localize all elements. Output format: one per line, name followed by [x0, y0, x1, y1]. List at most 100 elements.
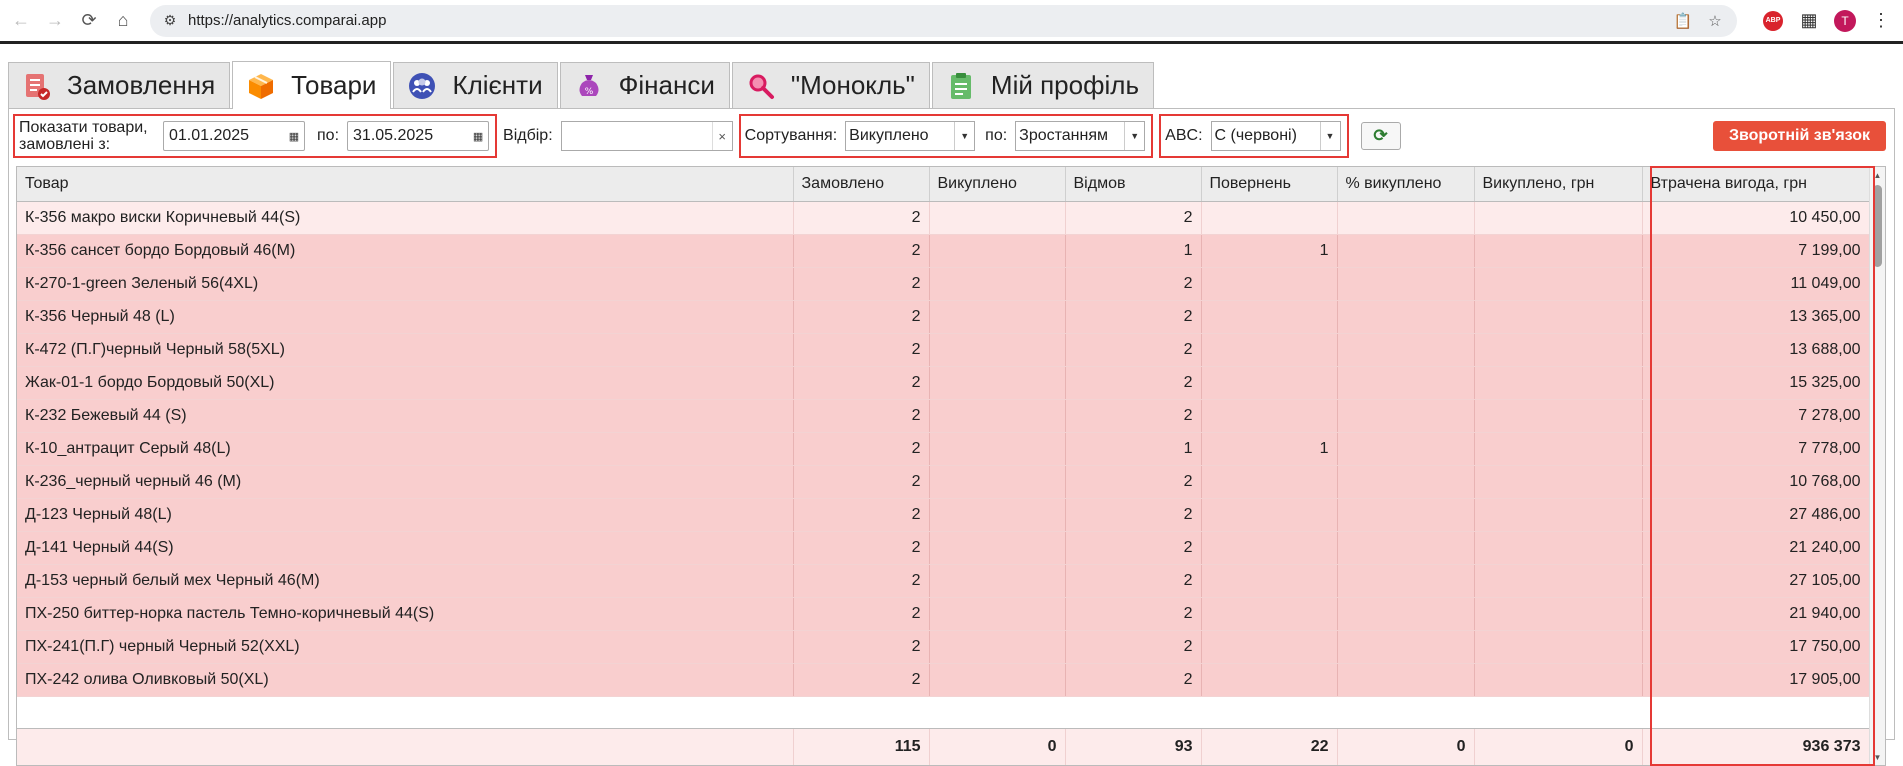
filter-input[interactable]: ×	[560, 121, 733, 151]
tab-products[interactable]: Товари	[232, 61, 392, 109]
value-cell	[1201, 498, 1338, 532]
table-row[interactable]: К-236_черный черный 46 (M) 2 2 10 768,00	[17, 465, 1870, 499]
table-row[interactable]: К-10_антрацит Серый 48(L) 2 1 1 7 778,00	[17, 432, 1870, 466]
table-scrollbar[interactable]: ▲ ▼	[1869, 167, 1885, 765]
site-settings-icon[interactable]: ⚙	[160, 11, 180, 31]
scroll-thumb[interactable]	[1873, 185, 1882, 267]
value-cell	[1337, 366, 1475, 400]
value-cell	[929, 201, 1066, 235]
main-tabs: Замовлення Товари Клієнти % Фінанси "Мон…	[8, 61, 1895, 109]
value-cell: 13 688,00	[1642, 333, 1870, 367]
forward-icon[interactable]: →	[42, 8, 68, 34]
products-table: Товар Замовлено Викуплено Відмов Повернень% …	[16, 166, 1886, 766]
bookmark-star-icon[interactable]: ☆	[1703, 9, 1727, 33]
table-row[interactable]: ПХ-250 биттер-норка пастель Темно-коричн…	[17, 597, 1870, 631]
date-to-input[interactable]: 31.05.2025 ▦	[347, 121, 490, 151]
table-row[interactable]: К-270-1-green Зеленый 56(4XL) 2 2 11 049,00	[17, 267, 1870, 301]
column-header[interactable]: Викуплено, грн	[1474, 167, 1643, 202]
calendar-icon[interactable]: ▦	[284, 130, 304, 143]
value-cell: 21 240,00	[1642, 531, 1870, 565]
value-cell	[929, 597, 1066, 631]
date-from-input[interactable]: 01.01.2025 ▦	[163, 121, 305, 151]
extensions-puzzle-icon[interactable]: ▦	[1795, 7, 1823, 35]
tab-profile[interactable]: Мій профіль	[931, 62, 1154, 108]
sort-label: Сортування:	[744, 127, 838, 144]
chevron-down-icon[interactable]: ▼	[1319, 122, 1340, 150]
column-header[interactable]: Викуплено	[929, 167, 1066, 202]
value-cell: 2	[1065, 597, 1202, 631]
value-cell: 1	[1065, 432, 1202, 466]
scroll-up-icon[interactable]: ▲	[1870, 167, 1885, 183]
value-cell: 2	[793, 300, 930, 334]
orders-document-icon	[21, 70, 53, 102]
value-cell: 1	[1201, 234, 1338, 268]
column-header[interactable]: Відмов	[1065, 167, 1202, 202]
home-icon[interactable]: ⌂	[110, 8, 136, 34]
table-row[interactable]: Д-141 Черный 44(S) 2 2 21 240,00	[17, 531, 1870, 565]
url-text[interactable]: https://analytics.comparai.app	[188, 12, 1663, 29]
table-row[interactable]: К-472 (П.Г)черный Черный 58(5XL) 2 2 13 688…	[17, 333, 1870, 367]
value-cell: 2	[793, 630, 930, 664]
value-cell: 2	[1065, 333, 1202, 367]
browser-menu-icon[interactable]: ⋮	[1867, 7, 1895, 35]
clipboard-icon[interactable]: 📋	[1671, 9, 1695, 33]
tab-clients[interactable]: Клієнти	[393, 62, 558, 108]
scroll-down-icon[interactable]: ▼	[1870, 749, 1885, 765]
value-cell	[1474, 366, 1643, 400]
table-row[interactable]: ПХ-242 олива Оливковый 50(XL) 2 2 17 905,00	[17, 663, 1870, 697]
value-cell: 2	[793, 366, 930, 400]
total-cell: 22	[1201, 729, 1338, 765]
tab-monocle[interactable]: "Монокль"	[731, 62, 930, 108]
back-icon[interactable]: ←	[8, 8, 34, 34]
table-row[interactable]: Жак-01-1 бордо Бордовый 50(XL) 2 2 15 325,0…	[17, 366, 1870, 400]
value-cell	[1201, 300, 1338, 334]
calendar-icon[interactable]: ▦	[468, 130, 488, 143]
table-row[interactable]: Д-153 черный белый мех Черный 46(M) 2 2 27 …	[17, 564, 1870, 598]
value-cell	[1337, 432, 1475, 466]
table-row[interactable]: К-356 Черный 48 (L) 2 2 13 365,00	[17, 300, 1870, 334]
abc-select[interactable]: C (червоні) ▼	[1210, 121, 1341, 151]
sort-field-select[interactable]: Викуплено ▼	[845, 121, 976, 151]
column-header[interactable]: Замовлено	[793, 167, 930, 202]
table-row[interactable]: Д-123 Черный 48(L) 2 2 27 486,00	[17, 498, 1870, 532]
clear-icon[interactable]: ×	[711, 122, 732, 150]
value-cell	[929, 399, 1066, 433]
profile-avatar[interactable]: T	[1831, 7, 1859, 35]
column-header[interactable]: Товар	[17, 167, 794, 202]
value-cell: 2	[793, 597, 930, 631]
value-cell: 2	[1065, 498, 1202, 532]
tab-finance[interactable]: % Фінанси	[559, 62, 730, 108]
value-cell: 7 278,00	[1642, 399, 1870, 433]
total-cell: 936 373	[1642, 729, 1870, 765]
column-header[interactable]: Повернень	[1201, 167, 1338, 202]
chevron-down-icon[interactable]: ▼	[1124, 122, 1144, 150]
chevron-down-icon[interactable]: ▼	[954, 122, 974, 150]
value-cell: 7 778,00	[1642, 432, 1870, 466]
product-name-cell: Д-123 Черный 48(L)	[17, 498, 794, 532]
value-cell: 15 325,00	[1642, 366, 1870, 400]
feedback-button[interactable]: Зворотній зв'язок	[1712, 121, 1886, 151]
column-header[interactable]: Втрачена вигода, грн	[1642, 167, 1870, 202]
table-row[interactable]: К-356 макро виски Коричневый 44(S) 2 2 10 4…	[17, 201, 1870, 235]
tab-label: Товари	[291, 70, 377, 100]
refresh-button[interactable]: ⟳	[1360, 122, 1401, 150]
product-name-cell: К-232 Бежевый 44 (S)	[17, 399, 794, 433]
value-cell: 2	[1065, 300, 1202, 334]
value-cell: 10 768,00	[1642, 465, 1870, 499]
column-header[interactable]: % викуплено	[1337, 167, 1475, 202]
value-cell	[929, 234, 1066, 268]
value-cell: 2	[793, 531, 930, 565]
table-row[interactable]: ПХ-241(П.Г) черный Черный 52(XXL) 2 2 17 75…	[17, 630, 1870, 664]
reload-icon[interactable]: ⟳	[76, 8, 102, 34]
value-cell	[1474, 399, 1643, 433]
total-cell: 0	[1337, 729, 1475, 765]
table-row[interactable]: К-232 Бежевый 44 (S) 2 2 7 278,00	[17, 399, 1870, 433]
product-name-cell: К-356 сансет бордо Бордовый 46(M)	[17, 234, 794, 268]
tab-orders[interactable]: Замовлення	[8, 62, 231, 108]
table-row[interactable]: К-356 сансет бордо Бордовый 46(M) 2 1 1 7 19…	[17, 234, 1870, 268]
value-cell: 17 905,00	[1642, 663, 1870, 697]
sort-order-select[interactable]: Зростанням ▼	[1015, 121, 1146, 151]
value-cell	[1201, 333, 1338, 367]
adblock-extension-icon[interactable]: ABP	[1759, 7, 1787, 35]
address-bar[interactable]: ⚙ https://analytics.comparai.app 📋 ☆	[150, 4, 1737, 37]
